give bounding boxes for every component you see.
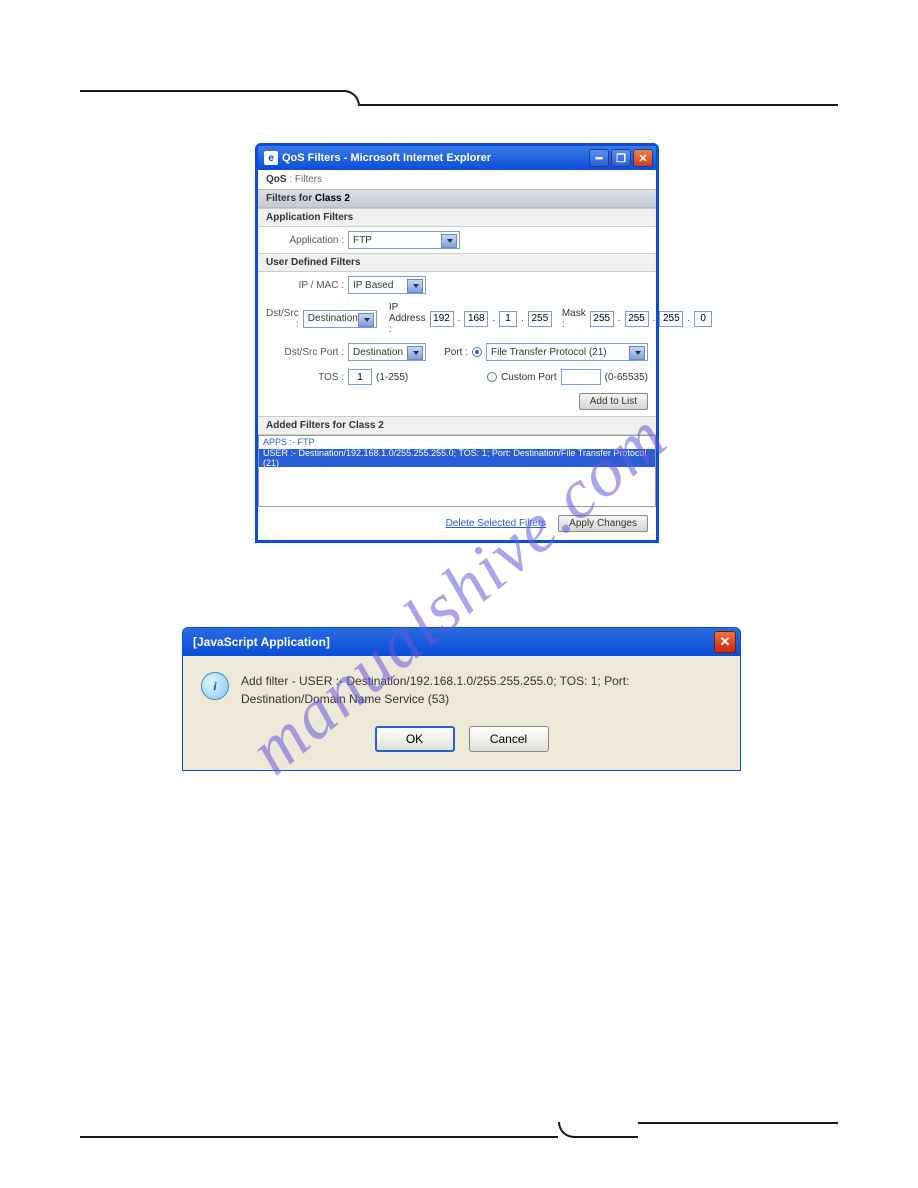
tos-hint: (1-255) bbox=[376, 372, 408, 383]
dstsrc-label: Dst/Src : bbox=[266, 308, 299, 330]
mask-octet-1[interactable] bbox=[590, 311, 614, 327]
dstsrcport-label: Dst/Src Port : bbox=[266, 347, 344, 358]
port-preset-radio[interactable] bbox=[472, 347, 482, 357]
qos-filters-window: e QoS Filters - Microsoft Internet Explo… bbox=[255, 143, 659, 543]
custom-port-input[interactable] bbox=[561, 369, 601, 385]
ip-octet-4[interactable] bbox=[528, 311, 552, 327]
ipmac-label: IP / MAC : bbox=[266, 280, 344, 291]
ipmac-select[interactable]: IP Based bbox=[348, 276, 426, 294]
ok-button[interactable]: OK bbox=[375, 726, 455, 752]
ip-octet-1[interactable] bbox=[430, 311, 454, 327]
tos-label: TOS : bbox=[266, 372, 344, 383]
maximize-button[interactable]: ❐ bbox=[611, 149, 631, 167]
dialog-message: Add filter - USER :- Destination/192.168… bbox=[241, 672, 728, 708]
mask-octet-2[interactable] bbox=[625, 311, 649, 327]
custom-port-label: Custom Port bbox=[501, 372, 557, 383]
cancel-button[interactable]: Cancel bbox=[469, 726, 549, 752]
page-header-rule bbox=[80, 90, 838, 106]
window-titlebar[interactable]: e QoS Filters - Microsoft Internet Explo… bbox=[258, 146, 656, 170]
mask-label: Mask : bbox=[562, 308, 586, 330]
application-filters-heading: Application Filters bbox=[258, 208, 656, 227]
apply-changes-button[interactable]: Apply Changes bbox=[558, 515, 648, 532]
close-button[interactable]: ✕ bbox=[633, 149, 653, 167]
custom-port-radio[interactable] bbox=[487, 372, 497, 382]
window-title: QoS Filters - Microsoft Internet Explore… bbox=[282, 152, 587, 164]
dstsrcport-select[interactable]: Destination bbox=[348, 343, 426, 361]
filters-for-class-heading: Filters for Class 2 bbox=[258, 189, 656, 208]
add-to-list-button[interactable]: Add to List bbox=[579, 393, 648, 410]
application-label: Application : bbox=[266, 235, 344, 246]
ip-octet-3[interactable] bbox=[499, 311, 517, 327]
minimize-button[interactable]: ━ bbox=[589, 149, 609, 167]
ie-icon: e bbox=[264, 151, 278, 165]
dialog-titlebar[interactable]: [JavaScript Application] ✕ bbox=[183, 628, 740, 656]
ipaddress-label: IP Address : bbox=[389, 302, 426, 335]
custom-port-hint: (0-65535) bbox=[605, 372, 648, 383]
tos-input[interactable] bbox=[348, 369, 372, 385]
dialog-close-button[interactable]: ✕ bbox=[714, 631, 736, 653]
application-select[interactable]: FTP bbox=[348, 231, 460, 249]
breadcrumb: QoS : Filters bbox=[258, 170, 656, 189]
dialog-title: [JavaScript Application] bbox=[193, 635, 714, 649]
breadcrumb-page: Filters bbox=[295, 174, 322, 185]
added-filters-heading: Added Filters for Class 2 bbox=[258, 416, 656, 435]
added-filters-list[interactable]: APPS :- FTP USER :- Destination/192.168.… bbox=[258, 435, 656, 507]
mask-octet-3[interactable] bbox=[659, 311, 683, 327]
info-icon: i bbox=[201, 672, 229, 700]
user-defined-filters-heading: User Defined Filters bbox=[258, 253, 656, 272]
port-select[interactable]: File Transfer Protocol (21) bbox=[486, 343, 648, 361]
filter-item-apps[interactable]: APPS :- FTP bbox=[259, 436, 655, 448]
ip-octet-2[interactable] bbox=[464, 311, 488, 327]
dstsrc-select[interactable]: Destination bbox=[303, 310, 377, 328]
port-label: Port : bbox=[444, 347, 468, 358]
delete-selected-filters-link[interactable]: Delete Selected Filters bbox=[446, 518, 547, 529]
filter-item-user-selected[interactable]: USER :- Destination/192.168.1.0/255.255.… bbox=[259, 449, 655, 467]
breadcrumb-root: QoS bbox=[266, 174, 287, 185]
javascript-alert-dialog: [JavaScript Application] ✕ i Add filter … bbox=[182, 627, 741, 771]
page-footer-rule bbox=[80, 1122, 838, 1138]
mask-octet-4[interactable] bbox=[694, 311, 712, 327]
